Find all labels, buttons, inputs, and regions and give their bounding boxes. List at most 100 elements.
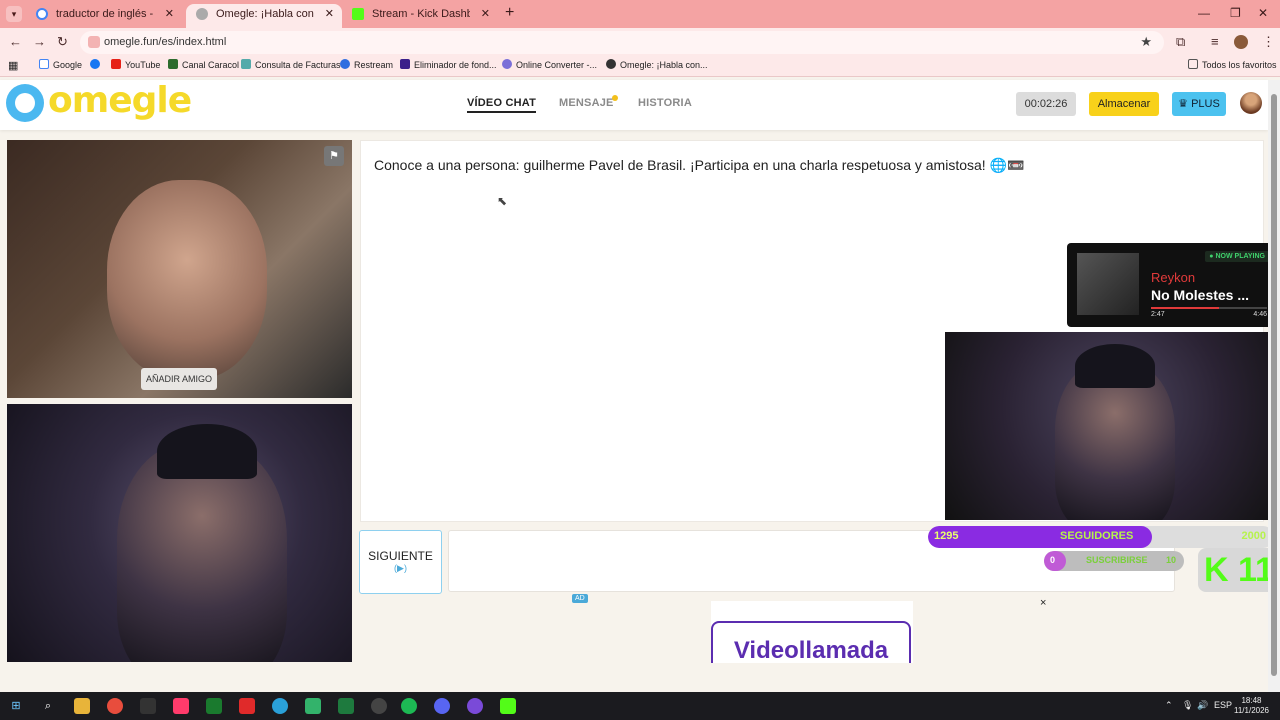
omegle-favicon-icon <box>196 8 208 20</box>
extensions-icon[interactable]: ⧉ <box>1176 34 1185 50</box>
stranger-face <box>107 180 267 380</box>
windows-start-icon[interactable]: ⊞ <box>8 698 24 714</box>
obs-icon[interactable] <box>371 698 387 714</box>
ad-banner[interactable]: Videollamada <box>711 601 913 663</box>
store-button[interactable]: Almacenar <box>1089 92 1159 116</box>
profile-avatar-icon[interactable] <box>1234 35 1248 49</box>
file-explorer-icon[interactable] <box>74 698 90 714</box>
bookmark-label: Omegle: ¡Habla con... <box>620 60 708 70</box>
ad-close-button[interactable]: × <box>1040 597 1046 609</box>
mouse-cursor-icon: ⬉ <box>497 194 508 208</box>
address-bar[interactable]: omegle.fun/es/index.html ★ <box>80 31 1164 54</box>
nav-video-chat[interactable]: VÍDEO CHAT <box>467 97 537 113</box>
omegle-bookmark-icon <box>606 59 616 69</box>
plus-button[interactable]: ♛ PLUS <box>1172 92 1226 116</box>
self-video <box>7 404 352 662</box>
followers-current: 1295 <box>934 530 959 542</box>
kick-icon[interactable] <box>500 698 516 714</box>
bookmark-label: Google <box>53 60 83 70</box>
clock-date: 11/1/2026 <box>1234 706 1269 715</box>
subscribers-current: 0 <box>1050 555 1056 565</box>
user-avatar[interactable] <box>1240 92 1262 114</box>
logo-text: omegle <box>48 80 192 121</box>
cap-shape <box>1075 344 1155 388</box>
bookmark-eliminador[interactable]: Eliminador de fond... <box>400 59 497 70</box>
cod-icon[interactable] <box>140 698 156 714</box>
close-window-icon[interactable]: ✕ <box>1258 6 1268 20</box>
session-timer: 00:02:26 <box>1016 92 1076 116</box>
tab-title: Stream - Kick Dashboard <box>372 8 470 20</box>
kick-favicon-icon <box>352 8 364 20</box>
cap-shape <box>157 424 257 479</box>
back-arrow-icon[interactable]: ← <box>9 34 22 49</box>
nvidia-icon[interactable] <box>206 698 222 714</box>
forward-arrow-icon[interactable]: → <box>33 34 46 49</box>
crown-icon: ♛ <box>1178 98 1192 110</box>
tray-chevron-icon[interactable]: ⌃ <box>1165 700 1173 711</box>
system-clock[interactable]: 18:48 11/1/2026 <box>1234 696 1269 716</box>
tab-kick-dashboard[interactable]: Stream - Kick Dashboard ✕ <box>342 4 498 28</box>
nav-mensaje[interactable]: MENSAJE <box>559 97 614 109</box>
close-tab-icon[interactable]: ✕ <box>481 4 490 24</box>
videollamada-button[interactable]: Videollamada <box>711 621 911 663</box>
close-tab-icon[interactable]: ✕ <box>165 4 174 24</box>
subscribers-goal: 10 <box>1165 555 1176 565</box>
volume-icon[interactable]: 🔊 <box>1197 700 1208 711</box>
stranger-video: ⚑ AÑADIR AMIGO <box>7 140 352 398</box>
chrome-icon[interactable] <box>107 698 123 714</box>
report-flag-icon[interactable]: ⚑ <box>324 146 344 166</box>
nav-historia[interactable]: HISTORIA <box>638 97 692 109</box>
scrollbar-thumb[interactable] <box>1271 94 1277 676</box>
edge-icon[interactable] <box>272 698 288 714</box>
microphone-icon[interactable]: 🎙 <box>1182 700 1193 711</box>
restore-icon[interactable]: ❐ <box>1230 6 1241 20</box>
apps-grid-icon[interactable]: ▦ <box>8 59 18 72</box>
site-header: omegle VÍDEO CHAT MENSAJE HISTORIA 00:02… <box>0 80 1268 130</box>
spotify-icon[interactable] <box>401 698 417 714</box>
song-title: No Molestes ... <box>1151 287 1250 303</box>
minimize-icon[interactable]: — <box>1198 6 1210 20</box>
bookmark-label: Todos los favoritos <box>1202 60 1277 70</box>
language-indicator[interactable]: ESP <box>1214 700 1232 710</box>
tab-google-search[interactable]: traductor de inglés - Buscar con ✕ <box>26 4 182 28</box>
page-scrollbar[interactable] <box>1268 80 1280 692</box>
song-elapsed: 2:47 <box>1151 311 1165 318</box>
next-button[interactable]: SIGUIENTE (▶) <box>359 530 442 594</box>
bookmark-star-icon[interactable]: ★ <box>1140 34 1152 50</box>
bookmark-canal-caracol[interactable]: Canal Caracol <box>168 59 239 70</box>
plus-label: PLUS <box>1191 98 1220 110</box>
app-icon[interactable] <box>305 698 321 714</box>
close-tab-icon[interactable]: ✕ <box>325 4 334 24</box>
reload-icon[interactable]: ↻ <box>57 34 68 50</box>
converter-icon <box>502 59 512 69</box>
add-friend-button[interactable]: AÑADIR AMIGO <box>141 368 217 390</box>
chat-bubble-icon <box>6 84 44 122</box>
bookmark-facebook[interactable] <box>90 59 104 70</box>
excel-icon[interactable] <box>338 698 354 714</box>
bookmark-omegle[interactable]: Omegle: ¡Habla con... <box>606 59 708 70</box>
twitch-icon[interactable] <box>467 698 483 714</box>
menu-kebab-icon[interactable]: ⋮ <box>1262 34 1275 50</box>
tf-icon[interactable] <box>239 698 255 714</box>
new-tab-button[interactable]: + <box>505 4 514 22</box>
site-info-icon[interactable] <box>88 36 100 48</box>
tab-search-button[interactable]: ▾ <box>6 6 22 22</box>
bookmark-restream[interactable]: Restream <box>340 59 393 70</box>
media-controls-icon[interactable]: ≡ <box>1211 34 1219 49</box>
tiktok-icon[interactable] <box>173 698 189 714</box>
album-cover <box>1077 253 1139 315</box>
bookmark-youtube[interactable]: YouTube <box>111 59 160 70</box>
now-playing-widget: ● NOW PLAYING Reykon No Molestes ... 2:4… <box>1067 243 1277 327</box>
song-progress-bar <box>1151 307 1267 309</box>
all-bookmarks[interactable]: Todos los favoritos <box>1188 59 1277 70</box>
bookmark-consulta-facturas[interactable]: Consulta de Facturas <box>241 59 341 70</box>
search-icon[interactable]: ⌕ <box>40 698 56 714</box>
song-progress-fill <box>1151 307 1220 309</box>
eliminador-icon <box>400 59 410 69</box>
song-total: 4:46 <box>1253 311 1267 318</box>
discord-icon[interactable] <box>434 698 450 714</box>
google-icon <box>39 59 49 69</box>
bookmark-google[interactable]: Google <box>39 59 82 70</box>
tab-omegle[interactable]: Omegle: ¡Habla con Desco ✕ <box>186 4 342 28</box>
bookmark-online-converter[interactable]: Online Converter -... <box>502 59 597 70</box>
